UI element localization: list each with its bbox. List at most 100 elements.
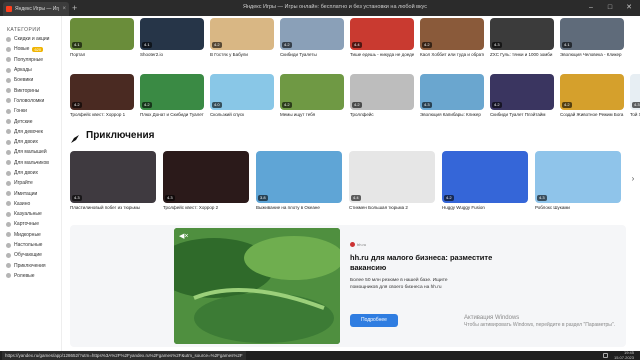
sidebar-item[interactable]: Викторины [0, 85, 61, 95]
game-title[interactable]: Плюх Донат и Скибиди Туалет [140, 112, 204, 118]
game-card[interactable]: 4.3 Той Хаки Аниме Учитель [630, 74, 640, 118]
game-card[interactable]: 3.8 Выживание на плоту в Океане [256, 151, 342, 211]
sidebar-item[interactable]: Популярные [0, 55, 61, 65]
tab-close-icon[interactable]: × [62, 6, 66, 12]
game-title[interactable]: Тише едешь - никуда не доедешь [350, 52, 414, 58]
game-thumbnail[interactable]: 3.8 [256, 151, 342, 203]
game-title[interactable]: Эволюция Капибары: Кликер [420, 112, 484, 118]
game-thumbnail[interactable]: 4.2 [420, 18, 484, 50]
sidebar-item[interactable]: Головоломки [0, 96, 61, 106]
game-thumbnail[interactable]: 4.3 [420, 74, 484, 110]
sidebar-item[interactable]: Казино [0, 199, 61, 209]
sidebar-item[interactable]: Казуальные [0, 209, 61, 219]
game-title[interactable]: Троллфейс [350, 112, 414, 118]
game-thumbnail[interactable]: 4.2 [350, 74, 414, 110]
sidebar-item[interactable]: Мидкорные [0, 230, 61, 240]
minimize-button[interactable]: – [583, 1, 599, 15]
game-title[interactable]: Скользкий спуск [210, 112, 274, 118]
game-card[interactable]: 4.2 Huggy Wuggy Fusion [442, 151, 528, 211]
game-thumbnail[interactable]: 4.1 [140, 18, 204, 50]
game-card[interactable]: 4.4 Стикмен Большая тюрьма 2 [349, 151, 435, 211]
game-card[interactable]: 4.2 Троллфейс [350, 74, 414, 118]
browser-tab[interactable]: Яндекс Игры — Игры × [3, 2, 69, 16]
game-card[interactable]: 4.2 Плюх Донат и Скибиди Туалет [140, 74, 204, 118]
game-thumbnail[interactable]: 4.2 [442, 151, 528, 203]
section-title[interactable]: Приключения [86, 130, 154, 141]
game-title[interactable]: Создай Животное Режим Бога - Кликер [560, 112, 624, 118]
game-card[interactable]: 4.1 Shooter2.io [140, 18, 204, 58]
network-icon[interactable] [602, 353, 608, 358]
sidebar-item[interactable]: Для двоих [0, 168, 61, 178]
game-thumbnail[interactable]: 4.1 [70, 18, 134, 50]
game-thumbnail[interactable]: 4.2 [140, 74, 204, 110]
sidebar-item[interactable]: Приключения [0, 261, 61, 271]
sidebar-item[interactable]: Детские [0, 116, 61, 126]
game-title[interactable]: Тролфейс квест: Хоррор 1 [70, 112, 134, 118]
sidebar-item[interactable]: Для девочек [0, 127, 61, 137]
game-card[interactable]: 4.2 Скибиди Туалеты [280, 18, 344, 58]
game-thumbnail[interactable]: 4.2 [70, 74, 134, 110]
sidebar-item[interactable]: Скидки и акции [0, 34, 61, 44]
ad-details-button[interactable]: Подробнее [350, 314, 398, 327]
sidebar-item[interactable]: Гонки [0, 106, 61, 116]
game-card[interactable]: 4.2 Создай Животное Режим Бога - Кликер [560, 74, 624, 118]
game-title[interactable]: Мемы ищут тебя [280, 112, 344, 118]
game-title[interactable]: Стикмен Большая тюрьма 2 [349, 205, 435, 211]
sidebar-item[interactable]: Играйте [0, 178, 61, 188]
ad-headline[interactable]: hh.ru для малого бизнеса: разместите вак… [350, 253, 510, 273]
game-thumbnail[interactable]: 4.4 [349, 151, 435, 203]
game-card[interactable]: 4.4 Тише едешь - никуда не доедешь [350, 18, 414, 58]
game-card[interactable]: 4.1 Эволюция Человека - Кликер [560, 18, 624, 58]
game-title[interactable]: Эволюция Человека - Кликер [560, 52, 624, 58]
game-thumbnail[interactable]: 4.3 [163, 151, 249, 203]
sidebar-item[interactable]: Аркады [0, 65, 61, 75]
game-title[interactable]: Каол Хоббит или туда и обратно [420, 52, 484, 58]
sidebar-item[interactable]: Настольные [0, 240, 61, 250]
game-card[interactable]: 4.3 Роблокс Шуками [535, 151, 621, 211]
game-title[interactable]: Выживание на плоту в Океане [256, 205, 342, 211]
game-thumbnail[interactable]: 4.2 [280, 18, 344, 50]
game-card[interactable]: 4.0 Скользкий спуск [210, 74, 274, 118]
maximize-button[interactable]: □ [602, 1, 618, 15]
game-card[interactable]: 4.3 Тролфейс квест: Хоррор 2 [163, 151, 249, 211]
game-title[interactable]: Пластилиновый побег из тюрьмы [70, 205, 156, 211]
game-title[interactable]: Роблокс Шуками [535, 205, 621, 211]
game-card[interactable]: 4.3 ZXC Гуль: тянки и 1000 зомби [490, 18, 554, 58]
game-card[interactable]: 4.2 Каол Хоббит или туда и обратно [420, 18, 484, 58]
game-card[interactable]: 4.2 Скибиди Туалет Плэйтайм [490, 74, 554, 118]
close-window-button[interactable]: ✕ [621, 1, 637, 15]
mute-icon[interactable]: ◀× [179, 232, 188, 240]
sidebar-item[interactable]: Ролевые [0, 271, 61, 281]
game-card[interactable]: 4.3 Пластилиновый побег из тюрьмы [70, 151, 156, 211]
game-thumbnail[interactable]: 4.3 [70, 151, 156, 203]
sidebar-item[interactable]: Для мальчиков [0, 158, 61, 168]
game-title[interactable]: Скибиди Туалеты [280, 52, 344, 58]
game-thumbnail[interactable]: 4.4 [350, 18, 414, 50]
game-card[interactable]: 4.2 Тролфейс квест: Хоррор 1 [70, 74, 134, 118]
game-title[interactable]: Тролфейс квест: Хоррор 2 [163, 205, 249, 211]
sidebar-item[interactable]: Для малышей [0, 147, 61, 157]
game-title[interactable]: ZXC Гуль: тянки и 1000 зомби [490, 52, 554, 58]
game-title[interactable]: В Гостях у Бабули [210, 52, 274, 58]
game-thumbnail[interactable]: 4.2 [560, 74, 624, 110]
game-card[interactable]: 4.2 Мемы ищут тебя [280, 74, 344, 118]
clock[interactable]: 19:45 15.07.2023 [614, 350, 634, 360]
sidebar-item[interactable]: Боевики [0, 75, 61, 85]
game-title[interactable]: Скибиди Туалет Плэйтайм [490, 112, 554, 118]
sidebar-item[interactable]: Имитации [0, 188, 61, 198]
game-title[interactable]: Shooter2.io [140, 52, 204, 58]
game-thumbnail[interactable]: 4.2 [280, 74, 344, 110]
game-thumbnail[interactable]: 4.3 [490, 18, 554, 50]
game-thumbnail[interactable]: 4.3 [630, 74, 640, 110]
game-title[interactable]: Портал [70, 52, 134, 58]
sidebar-item[interactable]: Для двоих [0, 137, 61, 147]
game-thumbnail[interactable]: 4.2 [490, 74, 554, 110]
game-thumbnail[interactable]: 4.2 [210, 18, 274, 50]
game-thumbnail[interactable]: 4.0 [210, 74, 274, 110]
game-thumbnail[interactable]: 4.3 [535, 151, 621, 203]
ad-image[interactable]: ◀× [174, 228, 340, 344]
game-card[interactable]: 4.1 Портал [70, 18, 134, 58]
game-title[interactable]: Той Хаки Аниме Учитель [630, 112, 640, 118]
game-thumbnail[interactable]: 4.1 [560, 18, 624, 50]
sidebar-item[interactable]: Обучающие [0, 250, 61, 260]
